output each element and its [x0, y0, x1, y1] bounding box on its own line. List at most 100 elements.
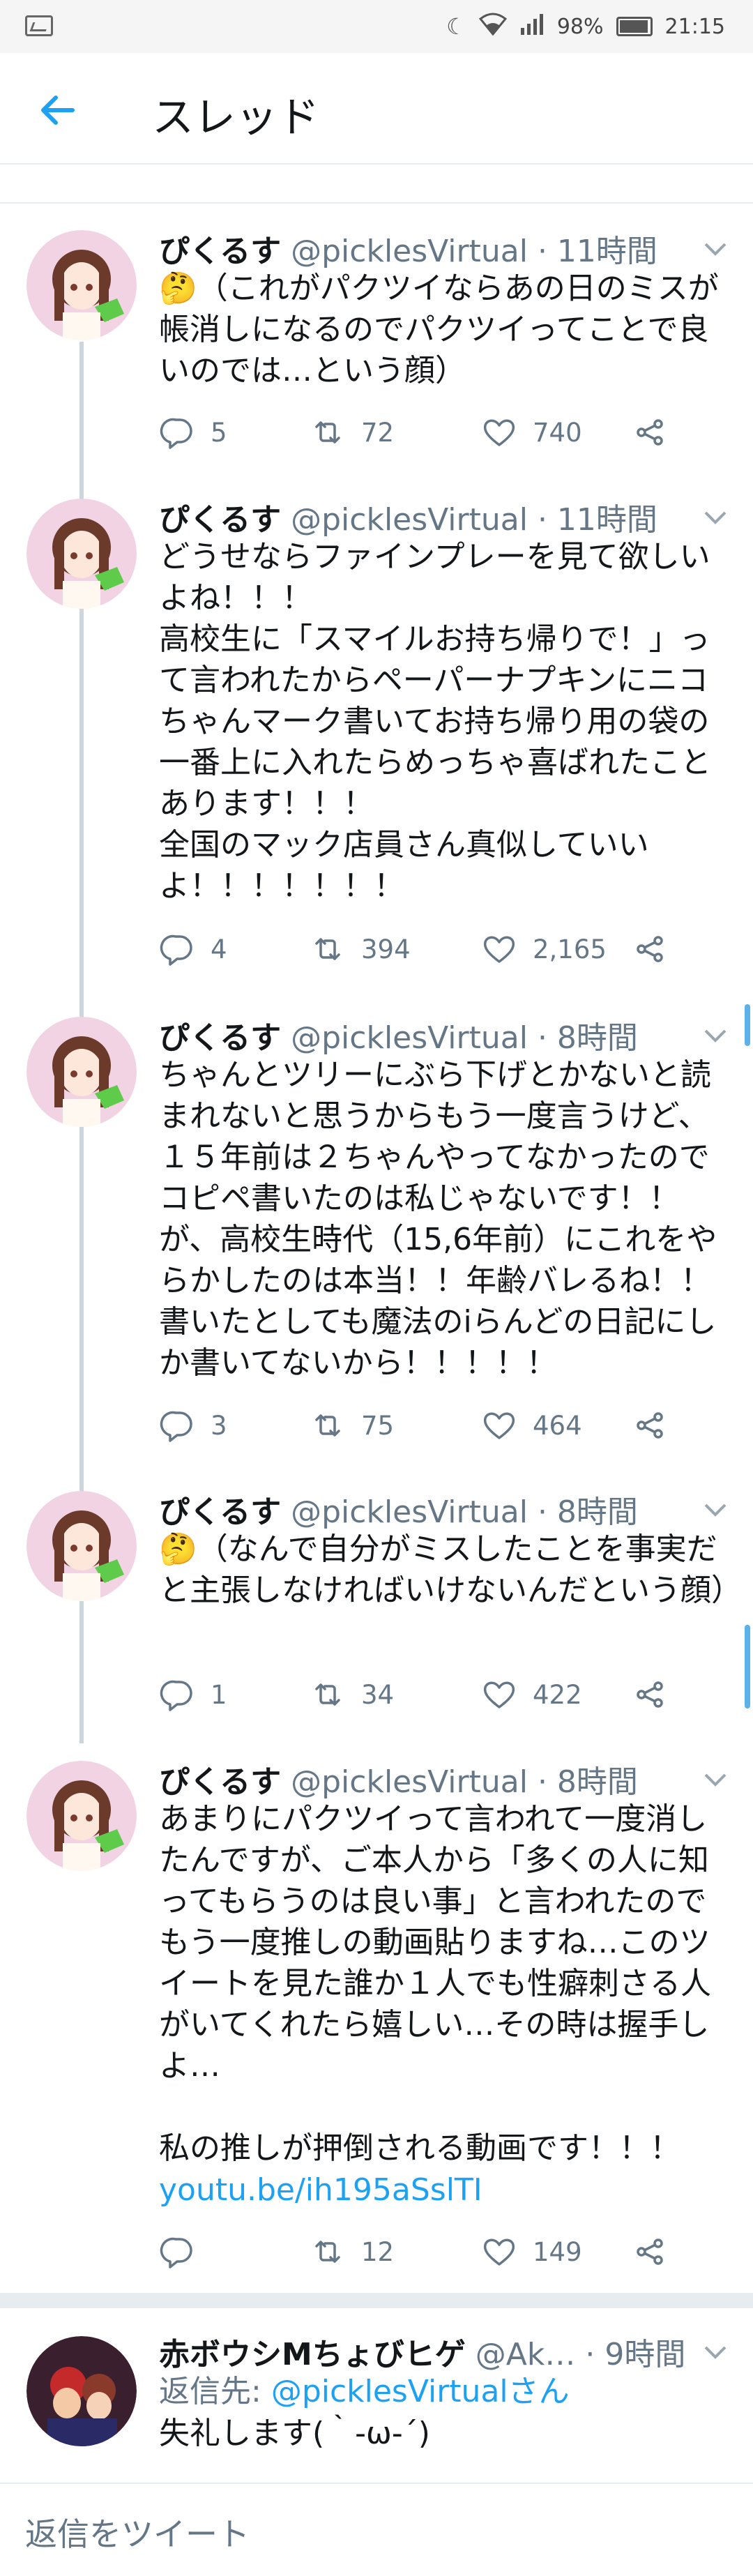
reply-button[interactable]: 1 [159, 1676, 310, 1713]
chevron-down-icon[interactable] [703, 1772, 728, 1789]
share-icon [637, 1681, 663, 1708]
timestamp[interactable]: · 9時間 [585, 2337, 685, 2372]
tweet-actions: 4 394 2,165 [159, 928, 689, 970]
user-handle[interactable]: @picklesVirtual [291, 1764, 528, 1800]
share-button[interactable] [632, 414, 668, 450]
reply-icon [160, 1411, 192, 1442]
share-button[interactable] [632, 2234, 668, 2270]
like-button[interactable]: 2,165 [481, 931, 632, 967]
back-arrow-icon[interactable] [36, 89, 78, 131]
conversation-separator [0, 2293, 753, 2308]
user-handle[interactable]: @picklesVirtual [291, 1020, 528, 1056]
retweet-icon [315, 1414, 340, 1437]
retweet-icon [315, 938, 340, 960]
tweet-header: ぴくるす @picklesVirtual · 11時間 [159, 494, 657, 539]
like-button[interactable]: 464 [481, 1407, 632, 1444]
display-name[interactable]: ぴくるす [159, 1494, 281, 1530]
retweet-button[interactable]: 394 [310, 931, 481, 967]
reply-icon [160, 1680, 192, 1711]
timestamp[interactable]: · 8時間 [538, 1020, 638, 1056]
tweet-text: 失礼します(｀-ω-´) [159, 2416, 430, 2451]
tweet-header: ぴくるす @picklesVirtual · 11時間 [159, 226, 657, 271]
chevron-down-icon[interactable] [703, 1502, 728, 1519]
reply-count: 5 [211, 417, 227, 448]
clock: 21:15 [664, 14, 725, 39]
avatar[interactable] [26, 499, 137, 609]
compose-placeholder[interactable]: 返信をツイート [25, 2509, 250, 2555]
reply-button[interactable]: 5 [159, 414, 310, 450]
heart-icon [483, 1681, 515, 1709]
reply-to-mention[interactable]: @picklesVirtualさん [271, 2374, 570, 2409]
display-name[interactable]: 赤ボウシMちょびヒゲ [159, 2337, 466, 2372]
scrollbar-track-marker[interactable] [745, 1625, 750, 1709]
display-name[interactable]: ぴくるす [159, 1020, 281, 1056]
like-button[interactable]: 740 [481, 414, 632, 450]
like-button[interactable]: 422 [481, 1676, 632, 1713]
thread-top-divider [0, 174, 753, 204]
battery-icon [616, 17, 653, 36]
share-icon [637, 936, 663, 962]
reply-button[interactable]: 4 [159, 931, 310, 967]
retweet-icon [315, 421, 340, 444]
display-name[interactable]: ぴくるす [159, 234, 281, 269]
tweet-text: 🤔（なんで自分がミスしたことを事実だと主張しなければいけないんだという顔） [159, 1531, 742, 1608]
retweet-button[interactable]: 75 [310, 1407, 481, 1444]
youtube-link[interactable]: youtu.be/ih195aSslTI [159, 2172, 482, 2208]
user-handle[interactable]: @picklesVirtual [291, 502, 528, 538]
timestamp[interactable]: · 8時間 [538, 1764, 638, 1800]
retweet-count: 75 [361, 1410, 395, 1441]
tweet-actions: 5 72 740 [159, 411, 689, 453]
tweet-text: ちゃんとツリーにぶら下げとかないと読まれないと思うからもう一度言うけど、１５年前… [159, 1057, 717, 1381]
tweet-actions: 1 34 422 [159, 1674, 689, 1715]
reply-button[interactable] [159, 2234, 310, 2270]
previous-tweet-edge [0, 165, 753, 174]
heart-icon [483, 1412, 515, 1439]
tweet-text: 🤔（これがパクツイならあの日のミスが帳消しになるのでパクツイってことで良いのでは… [159, 271, 719, 388]
retweet-icon [315, 2241, 340, 2263]
tweet-header: 赤ボウシMちょびヒゲ @Ak… · 9時間 [159, 2329, 685, 2374]
tweet-actions: 3 75 464 [159, 1404, 689, 1446]
like-button[interactable]: 149 [481, 2234, 632, 2270]
like-count: 740 [533, 417, 582, 448]
like-count: 422 [533, 1679, 582, 1710]
chevron-down-icon[interactable] [703, 510, 728, 526]
user-handle[interactable]: @Ak… [476, 2337, 576, 2372]
tweet-link[interactable]: youtu.be/ih195aSslTI [159, 2169, 731, 2211]
avatar[interactable] [26, 1491, 137, 1601]
share-button[interactable] [632, 1676, 668, 1713]
timestamp[interactable]: · 8時間 [538, 1494, 638, 1530]
display-name[interactable]: ぴくるす [159, 1764, 281, 1800]
share-icon [637, 419, 663, 446]
share-button[interactable] [632, 1407, 668, 1444]
timestamp[interactable]: · 11時間 [538, 502, 657, 538]
reply-icon [160, 2237, 192, 2268]
reply-count: 1 [211, 1679, 227, 1710]
avatar[interactable] [26, 230, 137, 340]
retweet-button[interactable]: 12 [310, 2234, 481, 2270]
reply-icon [160, 934, 192, 966]
reply-button[interactable]: 3 [159, 1407, 310, 1444]
chevron-down-icon[interactable] [703, 241, 728, 258]
tweet-header: ぴくるす @picklesVirtual · 8時間 [159, 1757, 638, 1801]
chevron-down-icon[interactable] [703, 1028, 728, 1045]
tweet-actions: 12 149 [159, 2231, 689, 2273]
share-button[interactable] [632, 931, 668, 967]
avatar[interactable] [26, 1017, 137, 1127]
reply-compose-bar[interactable]: 返信をツイート [0, 2483, 753, 2576]
avatar[interactable] [26, 1761, 137, 1871]
scrollbar-thumb[interactable] [745, 1004, 750, 1046]
reply-to-label: 返信先: [159, 2374, 271, 2409]
chevron-down-icon[interactable] [703, 2344, 728, 2361]
display-name[interactable]: ぴくるす [159, 502, 281, 538]
retweet-button[interactable]: 72 [310, 414, 481, 450]
timestamp[interactable]: · 11時間 [538, 234, 657, 269]
avatar[interactable] [26, 2336, 137, 2446]
retweet-count: 394 [361, 934, 411, 964]
do-not-disturb-icon: ☾ [446, 13, 466, 40]
like-count: 2,165 [533, 934, 607, 964]
reply-icon [160, 418, 192, 449]
heart-icon [483, 2238, 515, 2266]
user-handle[interactable]: @picklesVirtual [291, 234, 528, 269]
retweet-button[interactable]: 34 [310, 1676, 481, 1713]
user-handle[interactable]: @picklesVirtual [291, 1494, 528, 1530]
